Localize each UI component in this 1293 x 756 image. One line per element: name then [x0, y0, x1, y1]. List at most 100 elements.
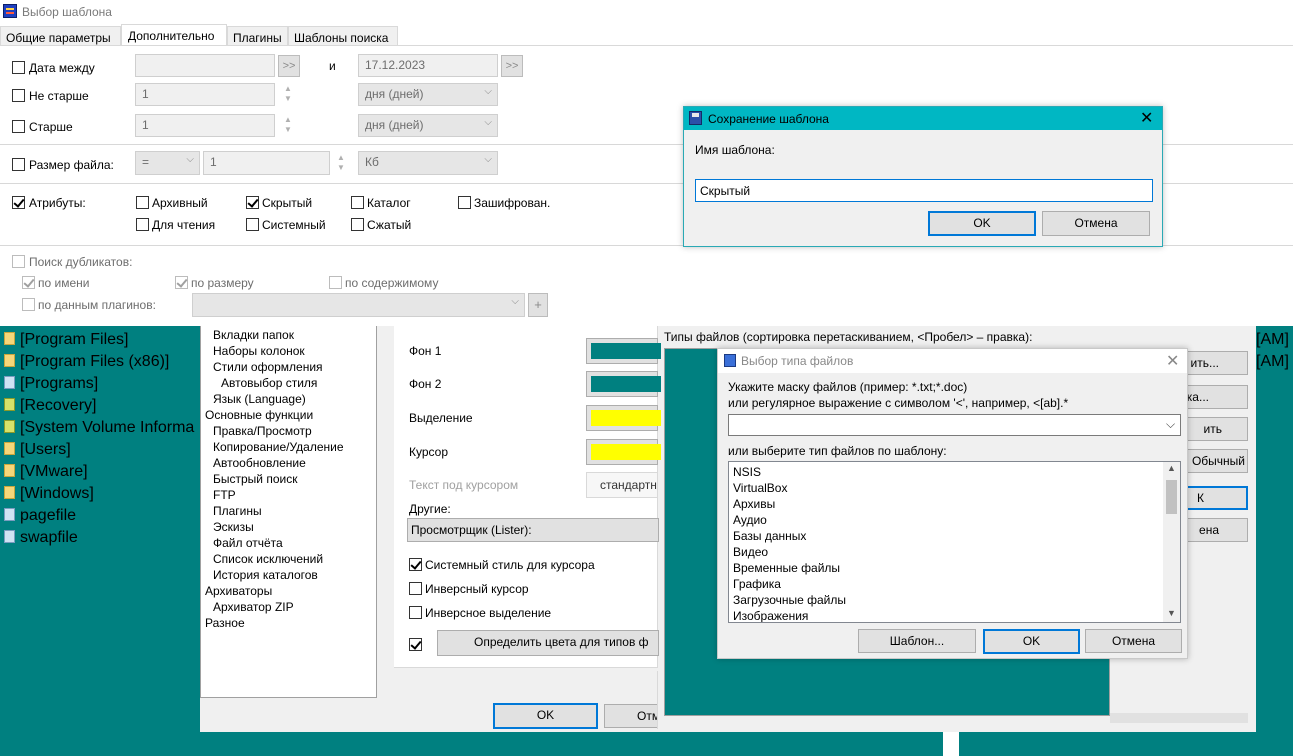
- tree-item[interactable]: Эскизы: [213, 520, 254, 534]
- date-from-field[interactable]: [135, 54, 275, 77]
- bg2-color-button[interactable]: [586, 371, 661, 397]
- filetype-ok-button[interactable]: OK: [983, 629, 1080, 654]
- save-cancel-button[interactable]: Отмена: [1042, 211, 1150, 236]
- file-size-spinner[interactable]: ▲ ▼: [334, 153, 348, 173]
- attr-encrypted-checkbox[interactable]: [458, 196, 471, 209]
- file-list-item[interactable]: swapfile: [4, 529, 78, 547]
- list-item[interactable]: VirtualBox: [733, 481, 787, 495]
- file-size-unit-select[interactable]: Кб ⌵: [358, 151, 498, 175]
- file-list-item[interactable]: [VMware]: [4, 463, 88, 481]
- attr-readonly-checkbox[interactable]: [136, 218, 149, 231]
- close-icon[interactable]: ✕: [1140, 108, 1153, 128]
- list-item[interactable]: Временные файлы: [733, 561, 840, 575]
- scroll-down-icon[interactable]: ▼: [1167, 608, 1176, 618]
- file-list-item[interactable]: pagefile: [4, 507, 76, 525]
- older-value-field[interactable]: 1: [135, 114, 275, 137]
- settings-tree[interactable]: Вкладки папок Наборы колонок Стили оформ…: [200, 326, 377, 698]
- date-to-field[interactable]: 17.12.2023: [358, 54, 498, 77]
- file-size-value-field[interactable]: 1: [203, 151, 330, 175]
- attr-archive-checkbox[interactable]: [136, 196, 149, 209]
- tree-item[interactable]: Основные функции: [205, 408, 313, 422]
- tab-advanced[interactable]: Дополнительно: [121, 24, 227, 46]
- file-list-item[interactable]: [Windows]: [4, 485, 94, 503]
- save-ok-button[interactable]: OK: [928, 211, 1036, 236]
- template-name-input[interactable]: Скрытый: [695, 179, 1153, 202]
- cursor-text-button[interactable]: стандартн: [586, 472, 658, 498]
- tree-item[interactable]: FTP: [213, 488, 236, 502]
- scroll-thumb[interactable]: [1166, 480, 1177, 514]
- filetype-cancel-button[interactable]: Отмена: [1085, 629, 1182, 653]
- file-list-item[interactable]: [Recovery]: [4, 397, 96, 415]
- duplicates-checkbox[interactable]: [12, 255, 25, 268]
- tree-item[interactable]: Правка/Просмотр: [213, 424, 312, 438]
- filetype-list[interactable]: NSIS VirtualBox Архивы Аудио Базы данных…: [728, 461, 1181, 623]
- list-item[interactable]: Загрузочные файлы: [733, 593, 846, 607]
- tree-item[interactable]: Быстрый поиск: [213, 472, 297, 486]
- file-list-item[interactable]: [System Volume Informa: [4, 419, 194, 437]
- file-list-item[interactable]: [Programs]: [4, 375, 98, 393]
- tree-item[interactable]: Автовыбор стиля: [221, 376, 317, 390]
- tree-item[interactable]: Вкладки папок: [213, 328, 294, 342]
- list-item[interactable]: Аудио: [733, 513, 767, 527]
- older-spinner[interactable]: ▲ ▼: [281, 115, 295, 135]
- list-item[interactable]: Изображения: [733, 609, 808, 622]
- tree-item[interactable]: Список исключений: [213, 552, 323, 566]
- other-select[interactable]: Просмотрщик (Lister):: [407, 518, 659, 542]
- define-colors-checkbox[interactable]: [409, 638, 422, 651]
- attr-system-checkbox[interactable]: [246, 218, 259, 231]
- tree-item[interactable]: Архиваторы: [205, 584, 272, 598]
- filetype-mask-input[interactable]: ⌵: [728, 414, 1181, 436]
- list-scrollbar[interactable]: ▲ ▼: [1163, 462, 1180, 622]
- tree-item[interactable]: Язык (Language): [213, 392, 306, 406]
- system-cursor-checkbox[interactable]: [409, 558, 422, 571]
- dup-by-plugins-checkbox[interactable]: [22, 298, 35, 311]
- list-item[interactable]: NSIS: [733, 465, 761, 479]
- attr-compressed-checkbox[interactable]: [351, 218, 364, 231]
- list-item[interactable]: Базы данных: [733, 529, 806, 543]
- file-list-item[interactable]: [Users]: [4, 441, 71, 459]
- not-older-checkbox[interactable]: [12, 89, 25, 102]
- dup-by-size-checkbox[interactable]: [175, 276, 188, 289]
- file-size-operator-select[interactable]: = ⌵: [135, 151, 200, 175]
- attr-directory-checkbox[interactable]: [351, 196, 364, 209]
- tree-item[interactable]: Автообновление: [213, 456, 306, 470]
- tab-plugins[interactable]: Плагины: [227, 26, 288, 46]
- date-to-arrows-button[interactable]: >>: [501, 55, 523, 77]
- tree-item[interactable]: Файл отчёта: [213, 536, 283, 550]
- date-from-arrows-button[interactable]: >>: [278, 55, 300, 77]
- inverse-selection-checkbox[interactable]: [409, 606, 422, 619]
- dup-by-name-checkbox[interactable]: [22, 276, 35, 289]
- dup-plugins-add-button[interactable]: +: [528, 293, 548, 317]
- define-colors-button[interactable]: Определить цвета для типов ф: [437, 630, 659, 656]
- date-between-checkbox[interactable]: [12, 61, 25, 74]
- settings-ok-button[interactable]: OK: [493, 703, 598, 729]
- filetype-template-button[interactable]: Шаблон...: [858, 629, 976, 653]
- tree-item[interactable]: История каталогов: [213, 568, 318, 582]
- list-item[interactable]: Графика: [733, 577, 781, 591]
- file-list-item[interactable]: [Program Files (x86)]: [4, 353, 169, 371]
- tab-search-templates[interactable]: Шаблоны поиска: [288, 26, 398, 46]
- older-checkbox[interactable]: [12, 120, 25, 133]
- not-older-spinner[interactable]: ▲ ▼: [281, 84, 295, 104]
- file-size-checkbox[interactable]: [12, 158, 25, 171]
- not-older-value-field[interactable]: 1: [135, 83, 275, 106]
- dup-plugins-select[interactable]: ⌵: [192, 293, 525, 317]
- file-list-item[interactable]: [AM]: [1256, 331, 1289, 349]
- tree-item[interactable]: Архиватор ZIP: [213, 600, 294, 614]
- attributes-checkbox[interactable]: [12, 196, 25, 209]
- tree-item[interactable]: Наборы колонок: [213, 344, 305, 358]
- bg1-color-button[interactable]: [586, 338, 661, 364]
- tab-general[interactable]: Общие параметры: [0, 26, 121, 46]
- chevron-down-icon[interactable]: ⌵: [1166, 417, 1175, 432]
- list-item[interactable]: Видео: [733, 545, 768, 559]
- older-unit-select[interactable]: дня (дней) ⌵: [358, 114, 498, 137]
- tree-item[interactable]: Стили оформления: [213, 360, 323, 374]
- attr-hidden-checkbox[interactable]: [246, 196, 259, 209]
- dup-by-content-checkbox[interactable]: [329, 276, 342, 289]
- cursor-color-button[interactable]: [586, 439, 661, 465]
- list-item[interactable]: Архивы: [733, 497, 775, 511]
- tree-item[interactable]: Разное: [205, 616, 245, 630]
- file-list-item[interactable]: [Program Files]: [4, 331, 128, 349]
- close-icon[interactable]: ✕: [1166, 351, 1179, 371]
- file-list-item[interactable]: [AM]: [1256, 353, 1289, 371]
